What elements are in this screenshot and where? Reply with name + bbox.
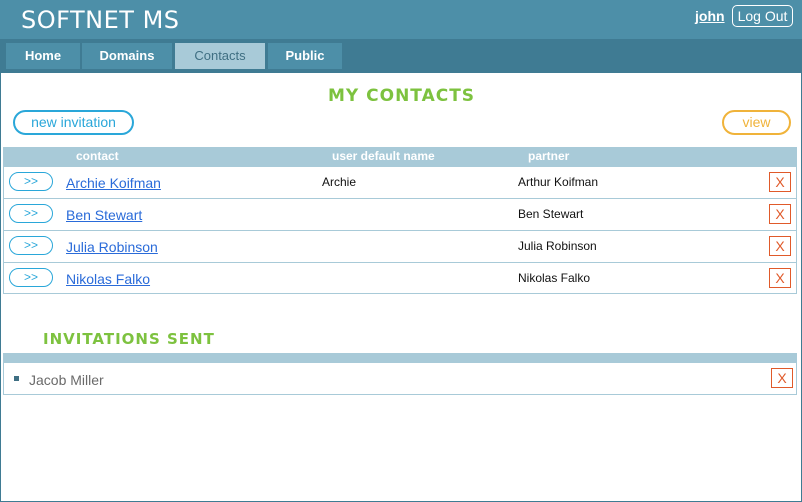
user-link[interactable]: john — [695, 8, 725, 24]
invitee-name: Jacob Miller — [29, 372, 104, 388]
open-contact-button[interactable]: >> — [9, 172, 53, 191]
tab-domains[interactable]: Domains — [82, 43, 172, 69]
delete-contact-button[interactable]: X — [769, 204, 791, 224]
delete-contact-button[interactable]: X — [769, 236, 791, 256]
table-row: >> Julia Robinson Julia Robinson X — [4, 230, 796, 262]
contact-link[interactable]: Nikolas Falko — [66, 271, 150, 287]
invitations-list: Jacob Miller X — [3, 353, 797, 395]
tab-contacts[interactable]: Contacts — [175, 43, 265, 69]
main-nav: Home Domains Contacts Public — [0, 39, 802, 73]
my-contacts-title: MY CONTACTS — [328, 86, 476, 106]
user-default-name: Archie — [322, 175, 357, 189]
column-header-contact: contact — [76, 149, 119, 163]
column-header-user-default-name: user default name — [332, 149, 435, 163]
table-row: >> Archie Koifman Archie Arthur Koifman … — [4, 166, 796, 198]
partner-name: Julia Robinson — [518, 239, 597, 253]
contact-link[interactable]: Ben Stewart — [66, 207, 142, 223]
invitations-list-header — [4, 354, 796, 363]
app-title: SOFTNET MS — [21, 6, 180, 34]
contact-link[interactable]: Archie Koifman — [66, 175, 161, 191]
open-contact-button[interactable]: >> — [9, 268, 53, 287]
view-button[interactable]: view — [722, 110, 791, 135]
logout-button[interactable]: Log Out — [732, 5, 793, 27]
app-header: SOFTNET MS john Log Out — [0, 0, 802, 39]
bullet-icon — [14, 376, 19, 381]
table-row: >> Nikolas Falko Nikolas Falko X — [4, 262, 796, 294]
contacts-table-header: contact user default name partner — [4, 148, 796, 166]
delete-invitation-button[interactable]: X — [771, 368, 793, 388]
contact-link[interactable]: Julia Robinson — [66, 239, 158, 255]
open-contact-button[interactable]: >> — [9, 204, 53, 223]
partner-name: Nikolas Falko — [518, 271, 591, 285]
open-contact-button[interactable]: >> — [9, 236, 53, 255]
table-row: >> Ben Stewart Ben Stewart X — [4, 198, 796, 230]
new-invitation-button[interactable]: new invitation — [13, 110, 134, 135]
partner-name: Ben Stewart — [518, 207, 584, 221]
delete-contact-button[interactable]: X — [769, 268, 791, 288]
column-header-partner: partner — [528, 149, 570, 163]
invitations-sent-title: INVITATIONS SENT — [43, 330, 215, 348]
tab-public[interactable]: Public — [268, 43, 342, 69]
partner-name: Arthur Koifman — [518, 175, 599, 189]
contacts-table: contact user default name partner >> Arc… — [3, 147, 797, 294]
tab-home[interactable]: Home — [6, 43, 80, 69]
delete-contact-button[interactable]: X — [769, 172, 791, 192]
